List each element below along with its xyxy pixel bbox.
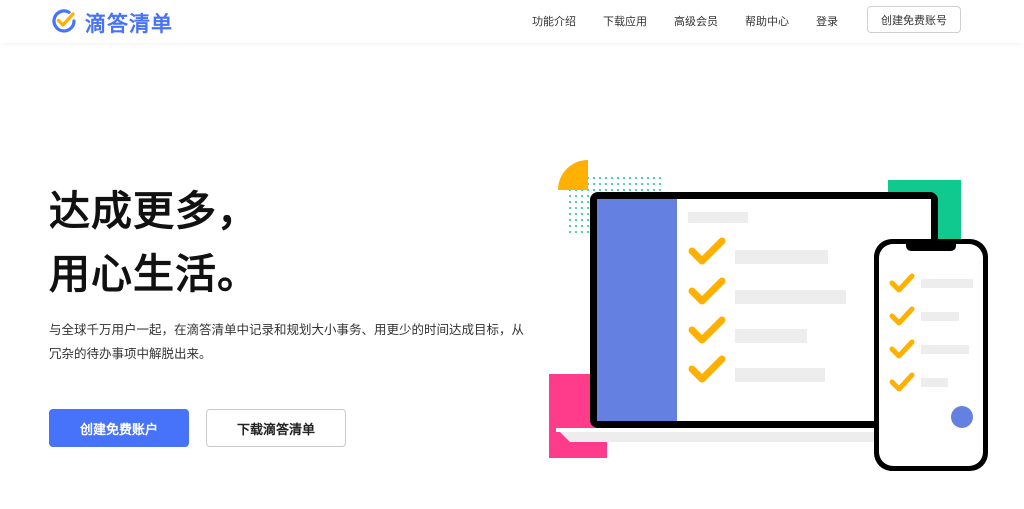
dot [569,201,571,203]
dot [605,177,607,179]
dot [611,189,613,191]
dot [575,207,577,209]
dot [629,177,631,179]
dot [635,177,637,179]
dot [587,201,589,203]
hero-illustration [549,160,988,471]
dot [587,219,589,221]
dot [617,189,619,191]
nav-login[interactable]: 登录 [816,13,838,29]
dot [641,183,643,185]
fab-circle-icon [951,406,973,428]
create-free-account-button[interactable]: 创建免费账户 [49,409,189,447]
main-nav: 功能介绍 下载应用 高级会员 帮助中心 登录 [532,13,865,29]
dot [605,189,607,191]
dot [575,195,577,197]
dot [581,231,583,233]
dot [647,177,649,179]
nav-premium[interactable]: 高级会员 [674,13,718,29]
dot [581,207,583,209]
yellow-quarter-circle-shape [558,160,588,190]
nav-download[interactable]: 下载应用 [603,13,647,29]
hero-description: 与全球千万用户一起，在滴答清单中记录和规划大小事务、用更少的时间达成目标，从 冗… [49,318,549,366]
dot [587,195,589,197]
dot [599,189,601,191]
dot [653,177,655,179]
dot [569,207,571,209]
laptop-sidebar [597,199,677,421]
dot [629,183,631,185]
dot [623,189,625,191]
top-navbar: 滴答清单 功能介绍 下载应用 高级会员 帮助中心 登录 创建免费账号 [0,0,1024,43]
dot [587,213,589,215]
dot [569,213,571,215]
create-account-button[interactable]: 创建免费账号 [867,6,961,33]
dot [617,183,619,185]
dot [593,177,595,179]
dot [635,183,637,185]
dot [599,183,601,185]
dot [587,207,589,209]
hero-description-line-1: 与全球千万用户一起，在滴答清单中记录和规划大小事务、用更少的时间达成目标，从 [49,322,525,337]
dot [569,219,571,221]
logo-text: 滴答清单 [85,12,173,36]
dot [593,189,595,191]
hero-title-line-2: 用心生活。 [49,250,259,298]
dot [641,177,643,179]
dot [575,219,577,221]
dot [653,183,655,185]
dot [641,189,643,191]
dot [581,225,583,227]
hero-description-line-2: 冗杂的待办事项中解脱出来。 [49,346,212,361]
dot [617,177,619,179]
dot [575,213,577,215]
dot [599,177,601,179]
dot [587,231,589,233]
dot [569,195,571,197]
nav-features[interactable]: 功能介绍 [532,13,576,29]
logo[interactable]: 滴答清单 [50,7,173,39]
dot [569,231,571,233]
download-app-button[interactable]: 下载滴答清单 [206,409,346,447]
hero-title: 达成更多， 用心生活。 [49,180,259,306]
dot [653,189,655,191]
dot [581,195,583,197]
dot [647,183,649,185]
logo-check-icon [50,7,78,39]
nav-help[interactable]: 帮助中心 [745,13,789,29]
dot [593,183,595,185]
dot [647,189,649,191]
dot [569,225,571,227]
dot [581,213,583,215]
dot [623,183,625,185]
dot [575,231,577,233]
dot [611,177,613,179]
dot [623,177,625,179]
hero-title-line-1: 达成更多， [49,187,259,235]
dot [659,183,661,185]
dot [611,183,613,185]
dot [605,183,607,185]
dot [581,201,583,203]
dot [635,189,637,191]
dot [659,189,661,191]
dot [575,201,577,203]
phone-device [874,239,988,471]
dot [581,219,583,221]
dot [587,225,589,227]
dot [575,225,577,227]
dot [629,189,631,191]
dot [659,177,661,179]
